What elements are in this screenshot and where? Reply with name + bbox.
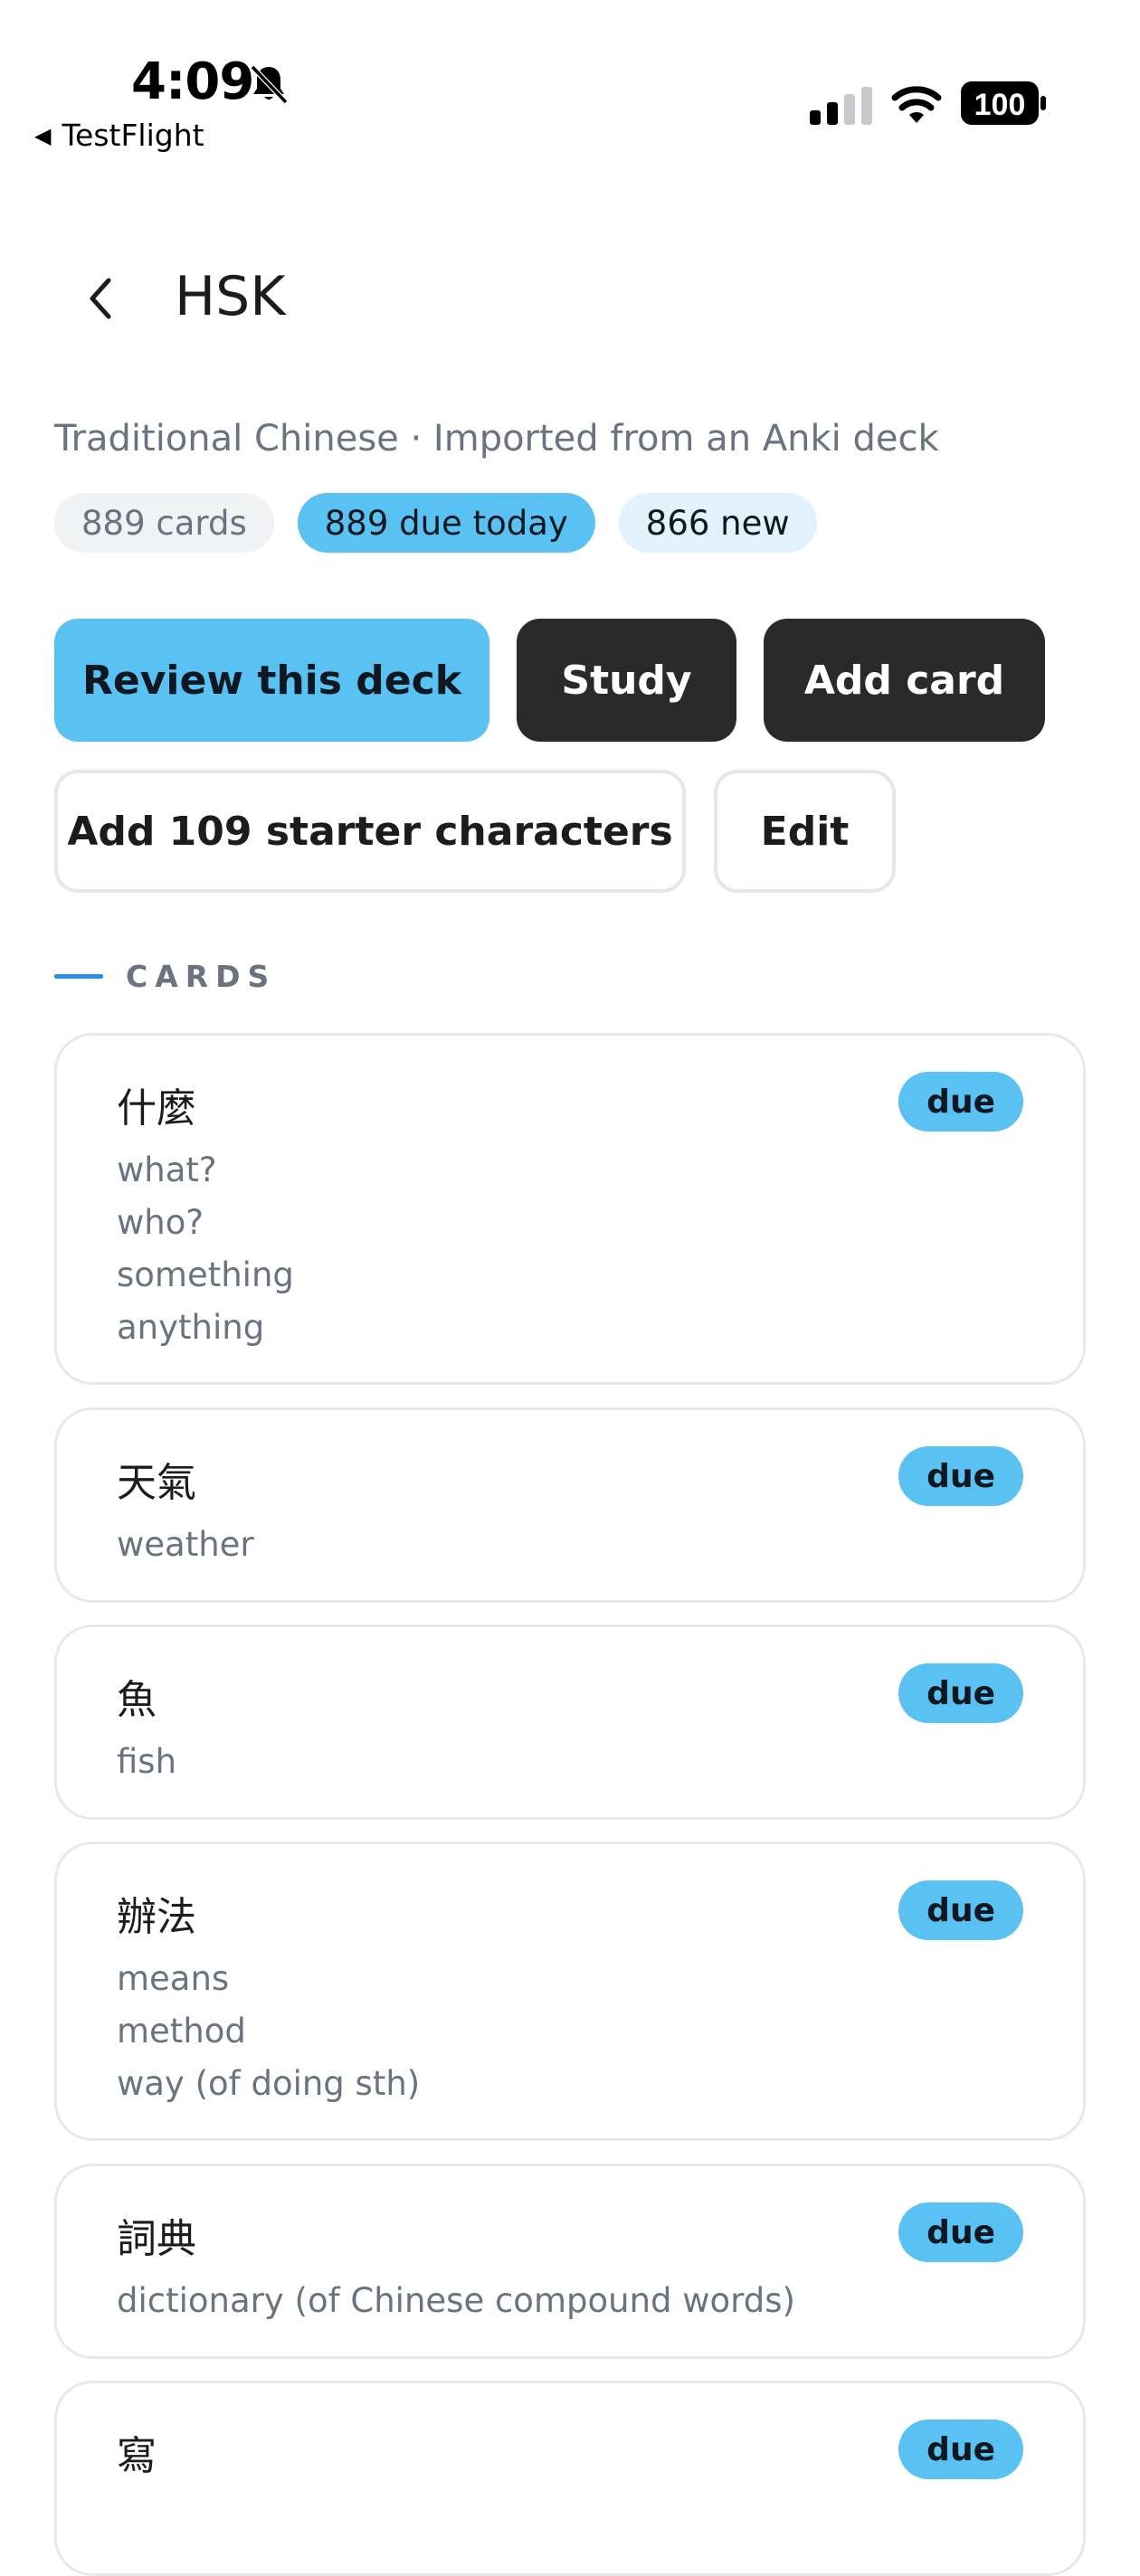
battery-level: 100 (974, 88, 1026, 122)
back-to-testflight[interactable]: ◀ TestFlight (34, 118, 204, 153)
due-badge: due (898, 1880, 1023, 1940)
card-term: 什麼 (117, 1085, 196, 1132)
card-term: 魚 (117, 1677, 157, 1723)
card-definitions: fish (117, 1736, 176, 1788)
card-item[interactable]: 辦法 due means method way (of doing sth) (54, 1842, 1086, 2141)
add-starter-characters-button[interactable]: Add 109 starter characters (54, 770, 686, 893)
card-item[interactable]: 詞典 due dictionary (of Chinese compound w… (54, 2164, 1086, 2359)
definition-line: weather (117, 1525, 254, 1564)
battery-icon: 100 (961, 81, 1046, 125)
study-button[interactable]: Study (517, 619, 736, 742)
status-time: 4:09 (131, 52, 254, 111)
card-item[interactable]: 寫 due (54, 2381, 1086, 2576)
bell-slash-icon (250, 64, 289, 105)
wifi-icon (891, 86, 942, 123)
card-definitions: weather (117, 1519, 254, 1571)
card-term: 寫 (117, 2433, 157, 2479)
due-today-pill: 889 due today (297, 493, 595, 553)
definition-line: anything (117, 1308, 265, 1347)
card-item[interactable]: 魚 due fish (54, 1624, 1086, 1820)
due-badge: due (898, 1072, 1023, 1132)
add-card-button[interactable]: Add card (764, 619, 1045, 742)
definition-line: who? (117, 1203, 204, 1242)
due-badge: due (898, 2420, 1023, 2479)
definition-line: means (117, 1959, 230, 1998)
definition-line: method (117, 2012, 246, 2050)
due-badge: due (898, 1663, 1023, 1723)
review-deck-button[interactable]: Review this deck (54, 619, 489, 742)
definition-line: fish (117, 1742, 177, 1781)
deck-subtitle: Traditional Chinese · Imported from an A… (54, 418, 939, 459)
definition-line: what? (117, 1151, 217, 1189)
card-term: 天氣 (117, 1460, 196, 1506)
card-item[interactable]: 天氣 due weather (54, 1407, 1086, 1603)
card-item[interactable]: 什麼 due what? who? something anything (54, 1033, 1086, 1385)
back-app-label: TestFlight (62, 118, 204, 153)
back-triangle-icon: ◀ (34, 122, 52, 148)
card-definitions: dictionary (of Chinese compound words) (117, 2275, 795, 2327)
edit-button[interactable]: Edit (714, 770, 896, 893)
definition-line: way (of doing sth) (117, 2064, 421, 2103)
section-accent-bar (54, 974, 103, 979)
due-badge: due (898, 1446, 1023, 1506)
chevron-left-icon[interactable] (81, 271, 118, 326)
cards-section-header: CARDS (54, 959, 276, 994)
card-definitions: what? who? something anything (117, 1144, 294, 1354)
new-count-pill: 866 new (618, 493, 817, 553)
page-title: HSK (175, 265, 286, 328)
card-definitions: means method way (of doing sth) (117, 1953, 420, 2110)
card-term: 詞典 (117, 2216, 196, 2262)
definition-line: something (117, 1255, 294, 1294)
card-count-pill: 889 cards (54, 493, 274, 553)
deck-stats: 889 cards 889 due today 866 new (54, 493, 817, 553)
card-term: 辦法 (117, 1894, 196, 1940)
section-label: CARDS (126, 959, 277, 994)
definition-line: dictionary (of Chinese compound words) (117, 2281, 795, 2320)
cellular-signal-icon (810, 87, 872, 125)
due-badge: due (898, 2202, 1023, 2262)
